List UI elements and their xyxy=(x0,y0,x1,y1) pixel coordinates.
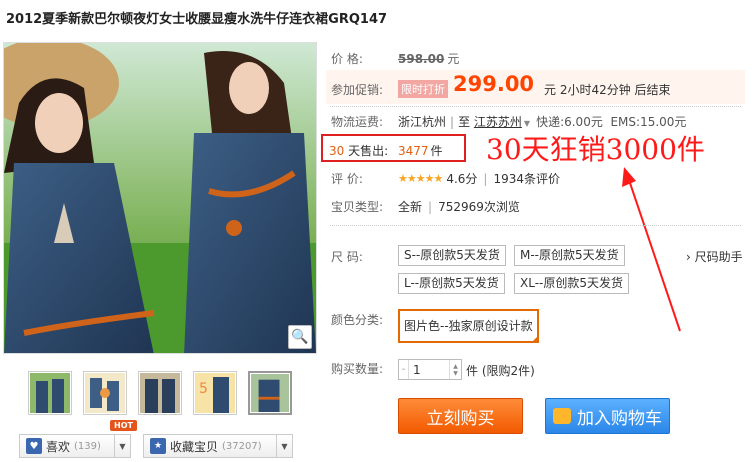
thumbnail-1[interactable] xyxy=(28,371,72,415)
size-option-s[interactable]: S--原创款5天发货 xyxy=(398,245,506,266)
sold-unit: 件 xyxy=(430,144,443,158)
rating-score: 4.6分 xyxy=(446,172,478,186)
thumbnail-5[interactable] xyxy=(248,371,292,415)
buy-now-button[interactable]: 立刻购买 xyxy=(398,398,523,434)
quantity-input[interactable] xyxy=(409,360,449,379)
rating-stars: ★★★★★ xyxy=(398,172,443,185)
size-option-l[interactable]: L--原创款5天发货 xyxy=(398,273,505,294)
hot-badge: HOT xyxy=(110,420,137,431)
shopping-cart-icon xyxy=(553,408,571,424)
ship-from: 浙江杭州 xyxy=(398,115,447,129)
selected-check-icon xyxy=(530,335,539,343)
minus-icon[interactable]: - xyxy=(399,360,409,379)
product-photo xyxy=(4,43,316,353)
color-option-label: 图片色--独家原创设计款 xyxy=(404,319,533,333)
promo-price: 299.00 xyxy=(453,72,535,96)
size-option-m[interactable]: M--原创款5天发货 xyxy=(514,245,625,266)
ship-express: 快递:6.00元 xyxy=(536,115,603,129)
quantity-label: 购买数量: xyxy=(331,362,384,376)
views-count: 752969次浏览 xyxy=(438,200,520,214)
main-product-image[interactable]: 🔍 xyxy=(3,42,317,354)
svg-text:5: 5 xyxy=(199,381,208,397)
favorite-button[interactable]: ★ 收藏宝贝 (37207) ▼ xyxy=(143,434,293,458)
quantity-limit: 件 (限购2件) xyxy=(466,364,535,378)
favorite-label: 收藏宝贝 xyxy=(170,439,219,454)
promo-tag: 限时打折 xyxy=(398,80,448,98)
rating-count[interactable]: 1934条评价 xyxy=(493,170,560,187)
like-count: (139) xyxy=(74,440,101,452)
size-helper-link[interactable]: › 尺码助手 xyxy=(686,248,743,265)
price-unit: 元 xyxy=(447,52,460,66)
like-button[interactable]: ♥ 喜欢 (139) ▼ xyxy=(19,434,131,458)
original-price-value: 598.00 xyxy=(398,52,445,66)
type-info: 全新 | 752969次浏览 xyxy=(398,200,520,214)
thumbnail-3[interactable] xyxy=(138,371,182,415)
heart-icon: ♥ xyxy=(26,438,42,454)
add-to-cart-label: 加入购物车 xyxy=(577,408,662,429)
stepper-arrows-icon[interactable]: ▲ ▼ xyxy=(449,360,461,379)
type-label: 宝贝类型: xyxy=(331,200,384,214)
like-label: 喜欢 xyxy=(46,439,71,454)
size-label: 尺 码: xyxy=(331,250,363,264)
sales-annotation: 30天狂销3000件 xyxy=(486,133,705,166)
color-option-selected[interactable]: 图片色--独家原创设计款 xyxy=(398,309,539,343)
original-price: 598.00 元 xyxy=(398,50,459,67)
promo-background xyxy=(326,70,745,104)
add-to-cart-button[interactable]: 加入购物车 xyxy=(545,398,670,434)
quantity-stepper[interactable]: - ▲▼ xyxy=(398,359,462,380)
ship-ems: EMS:15.00元 xyxy=(610,115,687,129)
sold-value: 3477 xyxy=(398,144,429,158)
shipping-label: 物流运费: xyxy=(331,115,384,129)
sold-label: 30 天售出: xyxy=(329,142,388,159)
thumbnail-strip: 5 xyxy=(28,371,292,415)
size-option-xl[interactable]: XL--原创款5天发货 xyxy=(514,273,629,294)
rating-info: ★★★★★ 4.6分 | 1934条评价 xyxy=(398,170,560,187)
ship-to-prefix: 至 xyxy=(458,115,474,129)
rating-label: 评 价: xyxy=(331,172,363,186)
magnifier-icon[interactable]: 🔍 xyxy=(288,325,312,349)
chevron-down-icon[interactable]: ▼ xyxy=(276,435,292,457)
thumbnail-4[interactable]: 5 xyxy=(193,371,237,415)
chevron-down-icon[interactable]: ▼ xyxy=(114,435,130,457)
color-label: 颜色分类: xyxy=(331,313,384,327)
thumbnail-2[interactable] xyxy=(83,371,127,415)
star-folder-icon: ★ xyxy=(150,438,166,454)
sold-count: 3477 件 xyxy=(398,142,443,159)
divider xyxy=(330,106,741,107)
promo-label: 参加促销: xyxy=(331,83,384,97)
promo-countdown: 元 2小时42分钟 后结束 xyxy=(544,83,671,97)
sold-label-text: 天售出: xyxy=(348,144,389,158)
type-value: 全新 xyxy=(398,200,423,214)
price-label: 价 格: xyxy=(331,52,363,66)
product-title: 2012夏季新款巴尔顿夜灯女士收腰显瘦水洗牛仔连衣裙GRQ147 xyxy=(6,12,388,27)
ship-to[interactable]: 江苏苏州 xyxy=(474,115,522,129)
sold-days: 30 xyxy=(329,144,345,158)
divider xyxy=(330,225,741,226)
favorite-count: (37207) xyxy=(222,440,262,452)
